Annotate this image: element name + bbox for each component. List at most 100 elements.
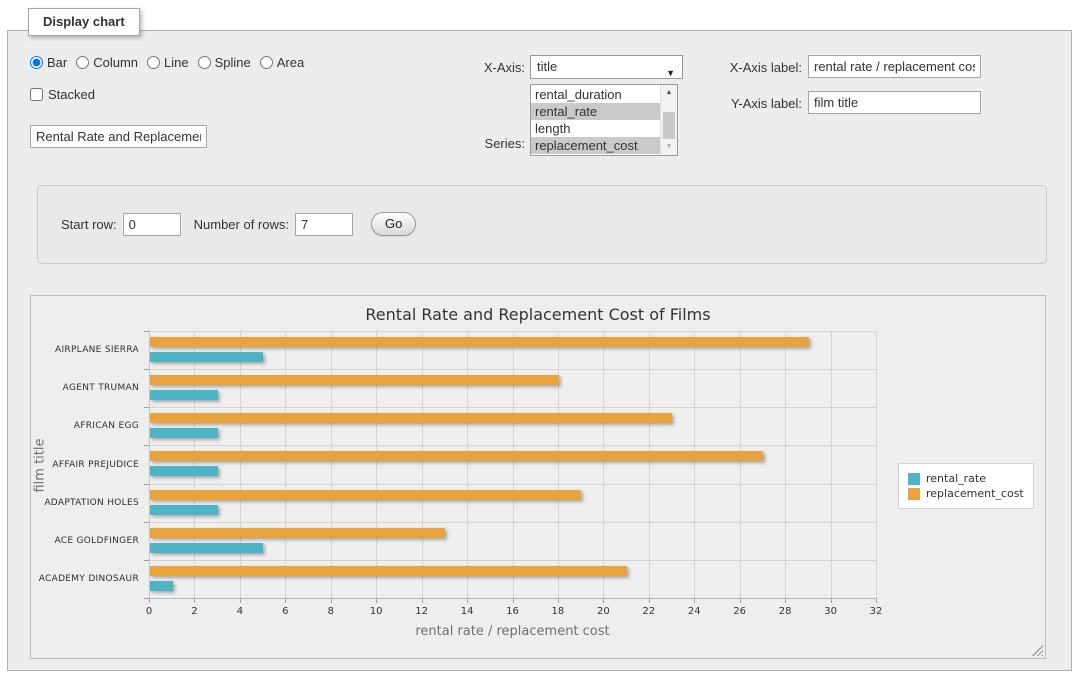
- grid-line: [240, 331, 241, 598]
- grid-line: [149, 560, 876, 561]
- x-tick-mark: [467, 599, 468, 603]
- chart-type-option-spline: Spline: [198, 55, 251, 70]
- x-tick-label: 26: [727, 606, 753, 617]
- y-tick-mark: [144, 484, 149, 485]
- go-button[interactable]: Go: [371, 212, 416, 236]
- x-tick-label: 20: [590, 606, 616, 617]
- x-tick-label: 30: [818, 606, 844, 617]
- series-option-length[interactable]: length: [531, 120, 660, 137]
- y-tick-mark: [144, 445, 149, 446]
- series-bar-rental_rate: [150, 505, 218, 515]
- legend-item-replacement_cost[interactable]: replacement_cost: [908, 487, 1024, 500]
- x-tick-label: 16: [500, 606, 526, 617]
- series-bar-rental_rate: [150, 466, 218, 476]
- grid-line: [331, 331, 332, 598]
- legend-item-rental_rate[interactable]: rental_rate: [908, 472, 1024, 485]
- grid-line: [694, 331, 695, 598]
- plot-area: [149, 331, 876, 598]
- grid-line: [149, 484, 876, 485]
- x-tick-mark: [331, 599, 332, 603]
- series-option-rental_rate[interactable]: rental_rate: [531, 103, 660, 120]
- scroll-down-icon[interactable]: ▼: [661, 140, 677, 154]
- chart-type-radio-area[interactable]: [260, 56, 273, 69]
- x-tick-mark: [194, 599, 195, 603]
- x-tick-label: 12: [409, 606, 435, 617]
- series-bar-replacement_cost: [150, 451, 763, 461]
- x-tick-label: 32: [863, 606, 889, 617]
- chart-legend: rental_rate replacement_cost: [898, 463, 1034, 509]
- y-axis-label-input[interactable]: [808, 91, 981, 114]
- category-label: AIRPLANE SIERRA: [31, 345, 139, 355]
- series-options: rental_durationrental_ratelengthreplacem…: [531, 86, 660, 154]
- grid-line: [558, 331, 559, 598]
- x-axis-title: rental rate / replacement cost: [149, 624, 876, 639]
- series-listbox[interactable]: rental_durationrental_ratelengthreplacem…: [530, 84, 678, 156]
- category-label: AFRICAN EGG: [31, 421, 139, 431]
- chart-type-radio-spline[interactable]: [198, 56, 211, 69]
- display-chart-legend: Display chart: [28, 8, 140, 36]
- start-row-input[interactable]: [123, 213, 181, 236]
- x-tick-mark: [376, 599, 377, 603]
- page: Display chart BarColumnLineSplineArea St…: [0, 0, 1081, 681]
- chart-type-option-line: Line: [147, 55, 189, 70]
- x-tick-mark: [876, 599, 877, 603]
- x-tick-label: 6: [272, 606, 298, 617]
- chart-title-input[interactable]: [30, 125, 207, 148]
- series-option-replacement_cost[interactable]: replacement_cost: [531, 137, 660, 154]
- chart-type-option-column: Column: [76, 55, 138, 70]
- stacked-checkbox[interactable]: [30, 88, 43, 101]
- grid-line: [513, 331, 514, 598]
- series-bar-rental_rate: [150, 390, 218, 400]
- chart-type-radio-line[interactable]: [147, 56, 160, 69]
- grid-line: [467, 331, 468, 598]
- series-scrollbar[interactable]: ▲ ▼: [660, 85, 677, 155]
- x-tick-label: 0: [136, 606, 162, 617]
- legend-label: replacement_cost: [926, 487, 1024, 500]
- x-tick-label: 28: [772, 606, 798, 617]
- stacked-label: Stacked: [48, 87, 95, 102]
- scroll-up-icon[interactable]: ▲: [661, 86, 677, 100]
- x-axis-select[interactable]: title ▼: [530, 55, 683, 79]
- x-tick-mark: [285, 599, 286, 603]
- x-tick-mark: [422, 599, 423, 603]
- series-bar-replacement_cost: [150, 337, 809, 347]
- scroll-thumb[interactable]: [663, 112, 675, 139]
- num-rows-label: Number of rows:: [194, 217, 289, 232]
- x-tick-label: 14: [454, 606, 480, 617]
- row-range-controls: Start row: Number of rows: Go: [61, 212, 416, 236]
- resize-grip-icon[interactable]: [1032, 645, 1043, 656]
- y-tick-mark: [144, 407, 149, 408]
- grid-line: [376, 331, 377, 598]
- series-option-rental_duration[interactable]: rental_duration: [531, 86, 660, 103]
- x-tick-mark: [831, 599, 832, 603]
- chart-type-radio-label: Line: [164, 55, 189, 70]
- category-axis-line: [149, 331, 150, 598]
- num-rows-input[interactable]: [295, 213, 353, 236]
- x-tick-label: 22: [636, 606, 662, 617]
- y-tick-mark: [144, 560, 149, 561]
- grid-line: [649, 331, 650, 598]
- series-listbox-label: Series:: [430, 136, 525, 151]
- series-bar-rental_rate: [150, 352, 263, 362]
- legend-swatch: [908, 473, 920, 485]
- category-label: AGENT TRUMAN: [31, 383, 139, 393]
- x-axis-label-input[interactable]: [808, 55, 981, 78]
- chart-type-radio-label: Bar: [47, 55, 67, 70]
- chevron-down-icon: ▼: [666, 62, 675, 84]
- y-tick-mark: [144, 598, 149, 599]
- grid-line: [285, 331, 286, 598]
- row-range-panel: Start row: Number of rows: Go: [37, 185, 1047, 264]
- x-tick-mark: [649, 599, 650, 603]
- chart-type-radio-bar[interactable]: [30, 56, 43, 69]
- y-tick-mark: [144, 522, 149, 523]
- chart-container: Rental Rate and Replacement Cost of Film…: [30, 295, 1046, 659]
- chart-type-radio-label: Column: [93, 55, 138, 70]
- series-bar-rental_rate: [150, 428, 218, 438]
- grid-line: [149, 369, 876, 370]
- x-tick-mark: [558, 599, 559, 603]
- y-tick-mark: [144, 369, 149, 370]
- chart-type-radio-column[interactable]: [76, 56, 89, 69]
- x-tick-label: 24: [681, 606, 707, 617]
- grid-line: [422, 331, 423, 598]
- grid-line: [831, 331, 832, 598]
